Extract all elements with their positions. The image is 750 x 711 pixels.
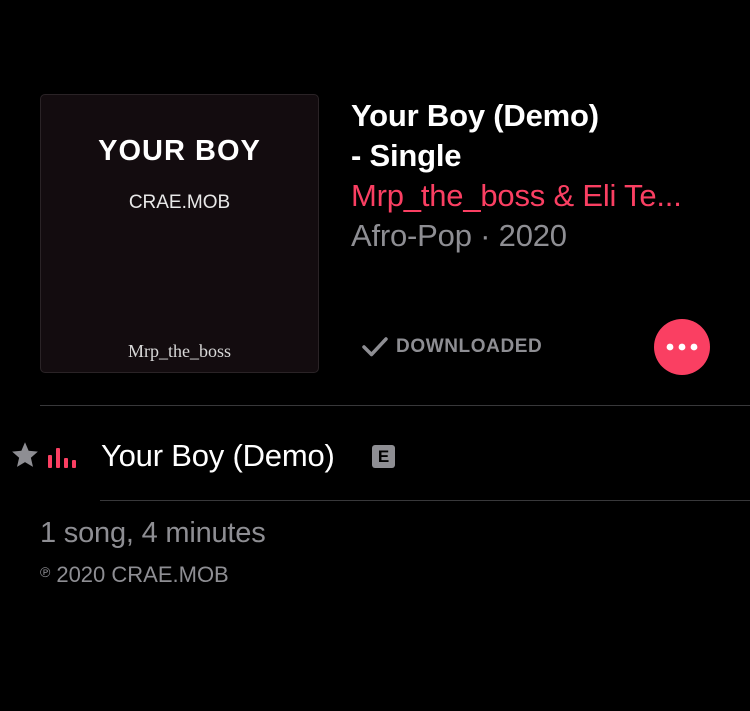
artwork-artist-text: CRAE.MOB [128, 192, 231, 213]
track-row[interactable]: Your Boy (Demo) E [0, 420, 750, 494]
track-title: Your Boy (Demo) [101, 438, 335, 473]
checkmark-icon [362, 337, 388, 357]
album-title-line1: Your Boy (Demo) [351, 98, 599, 133]
download-status-label: DOWNLOADED [396, 336, 543, 357]
copyright-line: ℗ 2020 CRAE.MOB [40, 560, 229, 590]
artwork-signature-text: Mrp_the_boss [128, 341, 231, 361]
album-title: Your Boy (Demo) - Single [351, 96, 731, 176]
divider [100, 500, 750, 501]
artwork-title-text: YOUR BOY [98, 135, 261, 167]
album-artist-link[interactable]: Mrp_the_boss & Eli Te... [351, 176, 731, 216]
phonographic-copyright-icon: ℗ [40, 564, 51, 580]
explicit-badge: E [372, 445, 395, 468]
ellipsis-icon [666, 343, 698, 351]
album-summary: 1 song, 4 minutes [40, 517, 266, 549]
copyright-text: 2020 CRAE.MOB [56, 562, 229, 587]
divider [40, 405, 750, 406]
album-title-line2: - Single [351, 138, 462, 173]
genre-year: Afro-Pop · 2020 [351, 218, 567, 253]
download-status: DOWNLOADED [362, 333, 542, 361]
more-options-button[interactable] [654, 319, 710, 375]
star-icon [12, 442, 38, 467]
album-artwork[interactable]: YOUR BOY CRAE.MOB Mrp_the_boss [40, 94, 319, 373]
now-playing-bars-icon [48, 448, 76, 468]
